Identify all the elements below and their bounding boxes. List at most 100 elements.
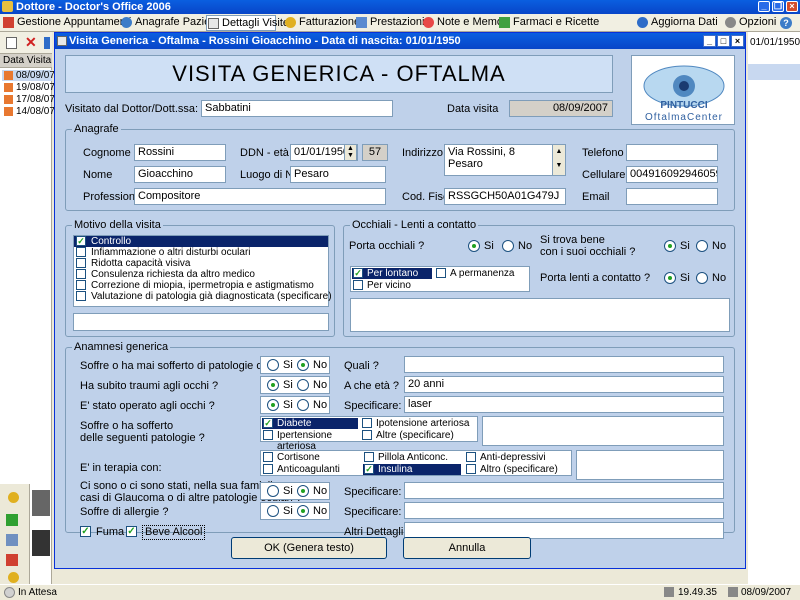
tab-fatturazione[interactable]: Fatturazione xyxy=(284,15,360,31)
checkbox[interactable] xyxy=(362,430,372,440)
q3-si-radio[interactable] xyxy=(267,399,279,411)
professione-field[interactable]: Compositore xyxy=(134,188,386,205)
codfisc-field[interactable]: RSSGCH50A01G479J xyxy=(444,188,566,205)
checkbox[interactable] xyxy=(364,452,374,462)
motivo-item[interactable]: Infiammazione o altri disturbi oculari xyxy=(74,247,328,258)
toolbar-icon[interactable] xyxy=(44,37,50,49)
q6-si-radio[interactable] xyxy=(267,505,279,517)
porta-occhiali-si-radio[interactable] xyxy=(468,240,480,252)
patologia-item[interactable]: Ipotensione arteriosa xyxy=(361,418,477,429)
tab-opzioni[interactable]: Opzioni xyxy=(724,15,776,31)
terapia-note-field[interactable] xyxy=(576,450,724,480)
che-eta-field[interactable]: 20 anni xyxy=(404,376,724,393)
visit-row[interactable]: 17/08/07 xyxy=(2,94,55,105)
terapia-item[interactable]: Pillola Anticonc. xyxy=(363,452,461,463)
patologia-item[interactable]: ✓ Diabete xyxy=(262,418,358,429)
luogo-field[interactable]: Pesaro xyxy=(290,166,386,183)
checkbox[interactable]: ✓ xyxy=(76,236,86,246)
cellulare-field[interactable]: 004916092946059 xyxy=(626,166,718,183)
doctor-field[interactable]: Sabbatini xyxy=(201,100,393,117)
terapia-item[interactable]: Anticoagulanti xyxy=(262,464,360,475)
fuma-checkbox[interactable]: ✓ xyxy=(80,526,91,537)
checkbox[interactable]: ✓ xyxy=(263,418,273,428)
nome-field[interactable]: Gioacchino xyxy=(134,166,226,183)
edit-icon[interactable] xyxy=(6,534,18,546)
dialog-maximize-icon[interactable]: □ xyxy=(717,35,730,47)
tab-dettagli-visite[interactable]: Dettagli Visite xyxy=(206,15,289,31)
specificare-field[interactable]: laser xyxy=(404,396,724,413)
terapia-item[interactable]: ✓ Insulina xyxy=(363,464,461,475)
q2-si-radio[interactable] xyxy=(267,379,279,391)
dialog-close-icon[interactable]: × xyxy=(731,35,744,47)
si-trova-no-radio[interactable] xyxy=(696,240,708,252)
motivo-item[interactable]: Ridotta capacità visiva xyxy=(74,258,328,269)
checkbox[interactable] xyxy=(436,268,446,278)
per-lontano-option[interactable]: ✓ Per lontano xyxy=(352,268,432,279)
cognome-field[interactable]: Rossini xyxy=(134,144,226,161)
checkbox[interactable] xyxy=(76,258,86,268)
occhiali-note-field[interactable] xyxy=(350,298,730,332)
visit-row[interactable]: 08/09/07 xyxy=(2,70,55,81)
patologie-note-field[interactable] xyxy=(482,416,724,446)
motivo-item[interactable]: Consulenza richiesta da altro medico xyxy=(74,269,328,280)
tab-aggiorna-dati[interactable]: Aggiorna Dati xyxy=(636,15,718,31)
add-icon[interactable] xyxy=(6,514,18,526)
alcool-checkbox[interactable]: ✓ xyxy=(126,526,137,537)
help-icon[interactable]: ? xyxy=(780,17,792,29)
checkbox[interactable] xyxy=(466,464,476,474)
specificare2-field[interactable] xyxy=(404,482,724,499)
indirizzo-field[interactable]: Via Rossini, 8 Pesaro ▲ ▼ xyxy=(444,144,566,176)
checkbox[interactable]: ✓ xyxy=(364,464,374,474)
checkbox[interactable] xyxy=(76,280,86,290)
delete-x-icon[interactable]: ✕ xyxy=(25,34,37,51)
restore-icon[interactable]: ❐ xyxy=(772,1,784,12)
q1-si-radio[interactable] xyxy=(267,359,279,371)
q6-no-radio[interactable] xyxy=(297,505,309,517)
close-icon[interactable]: × xyxy=(786,1,798,12)
a-permanenza-option[interactable]: A permanenza xyxy=(435,268,527,279)
ok-genera-testo-button[interactable]: OK (Genera testo) xyxy=(231,537,387,559)
q5-no-radio[interactable] xyxy=(297,485,309,497)
minimize-icon[interactable]: _ xyxy=(758,1,770,12)
delete-icon[interactable] xyxy=(6,554,18,566)
checkbox[interactable] xyxy=(76,291,86,301)
terapia-item[interactable]: Anti-depressivi xyxy=(465,452,569,463)
terapia-item[interactable]: Cortisone xyxy=(262,452,360,463)
motivo-item[interactable]: Correzione di miopia, ipermetropia e ast… xyxy=(74,280,328,291)
status-icon[interactable] xyxy=(8,572,19,583)
porta-occhiali-no-radio[interactable] xyxy=(502,240,514,252)
motivo-item[interactable]: ✓ Controllo xyxy=(74,236,328,247)
smiley-icon[interactable] xyxy=(8,492,19,503)
q5-si-radio[interactable] xyxy=(267,485,279,497)
visit-row[interactable]: 14/08/07 xyxy=(2,106,55,117)
patologia-item[interactable]: Ipertensione arteriosa xyxy=(262,430,358,452)
terapia-item[interactable]: Altro (specificare) xyxy=(465,464,569,475)
column-header-data-visita[interactable]: Data Visita xyxy=(0,54,52,68)
tab-prestazioni[interactable]: Prestazioni xyxy=(355,15,424,31)
q1-no-radio[interactable] xyxy=(297,359,309,371)
checkbox[interactable] xyxy=(353,280,363,290)
telefono-field[interactable] xyxy=(626,144,718,161)
q3-no-radio[interactable] xyxy=(297,399,309,411)
checkbox[interactable] xyxy=(263,464,273,474)
checkbox[interactable] xyxy=(263,430,273,440)
porta-lenti-si-radio[interactable] xyxy=(664,272,676,284)
new-document-icon[interactable] xyxy=(6,37,17,49)
tab-note-memo[interactable]: Note e Memo xyxy=(422,15,503,31)
tab-gestione-appuntamenti[interactable]: Gestione Appuntamenti xyxy=(2,15,131,31)
checkbox[interactable] xyxy=(76,247,86,257)
checkbox[interactable] xyxy=(466,452,476,462)
indirizzo-scrollbar[interactable]: ▲ ▼ xyxy=(552,145,565,175)
annulla-button[interactable]: Annulla xyxy=(403,537,531,559)
per-vicino-option[interactable]: Per vicino xyxy=(352,280,432,291)
checkbox[interactable] xyxy=(263,452,273,462)
tab-farmaci-ricette[interactable]: Farmaci e Ricette xyxy=(498,15,599,31)
motivo-item[interactable]: Valutazione di patologia già diagnostica… xyxy=(74,291,332,302)
ddn-spinner[interactable]: ▲ ▼ xyxy=(344,144,357,161)
dialog-minimize-icon[interactable]: _ xyxy=(703,35,716,47)
quali-field[interactable] xyxy=(404,356,724,373)
motivo-note-field[interactable] xyxy=(73,313,329,331)
si-trova-si-radio[interactable] xyxy=(664,240,676,252)
q2-no-radio[interactable] xyxy=(297,379,309,391)
specificare3-field[interactable] xyxy=(404,502,724,519)
